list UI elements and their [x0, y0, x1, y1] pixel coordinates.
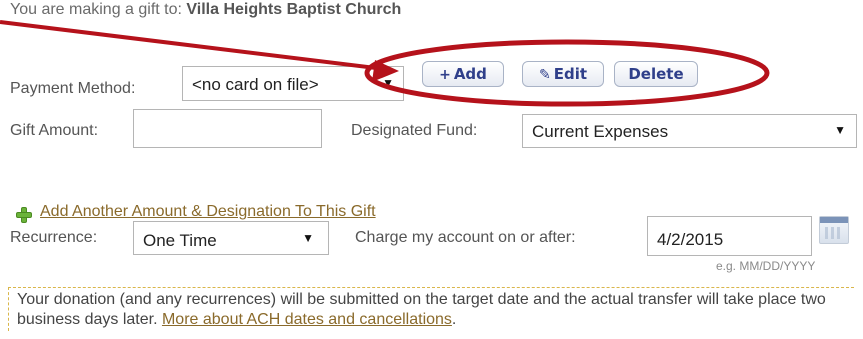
annotation-arrow-line — [0, 20, 393, 72]
annotation-arrow-head — [372, 60, 399, 82]
annotation-overlay — [0, 20, 770, 107]
highlight-oval — [364, 39, 770, 107]
